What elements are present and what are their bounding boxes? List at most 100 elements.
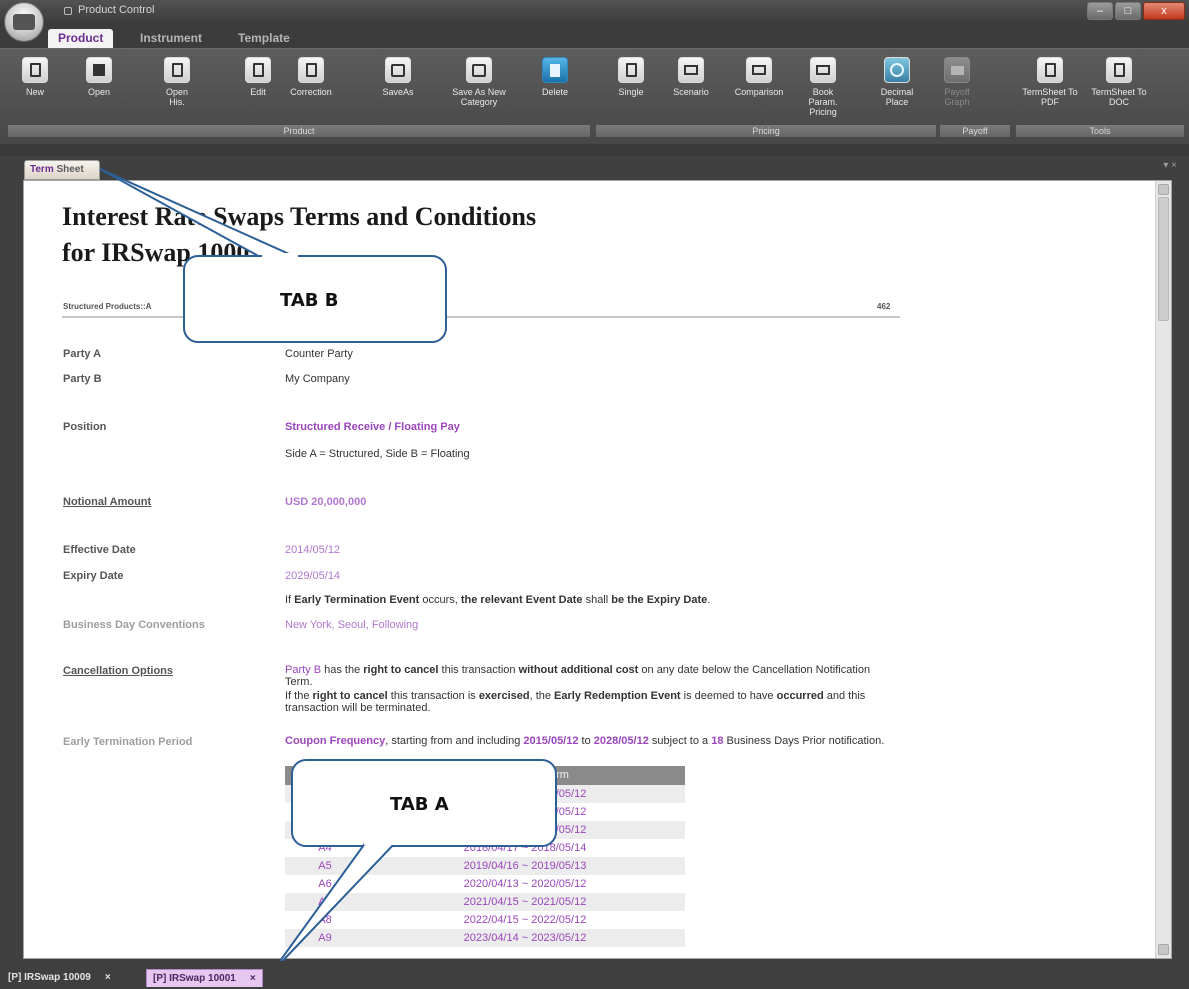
expiry-date-value: 2029/05/14 bbox=[285, 570, 341, 582]
quick-access-icon[interactable] bbox=[64, 7, 72, 15]
scroll-up-arrow[interactable] bbox=[1158, 184, 1169, 195]
table-row: A1 2015/04/14 ~ 2015/05/12 bbox=[285, 785, 685, 803]
row-id: A3 bbox=[318, 824, 332, 836]
position-label: Position bbox=[63, 421, 107, 433]
payoff-graph-icon bbox=[944, 57, 970, 83]
row-term: 2021/04/15 ~ 2021/05/12 bbox=[463, 896, 587, 908]
table-row: A3 2017/04/13 ~ 2017/05/12 bbox=[285, 821, 685, 839]
party-a-value: Counter Party bbox=[285, 348, 353, 360]
open-button[interactable]: Open bbox=[68, 57, 130, 97]
pdf-icon bbox=[1037, 57, 1063, 83]
position-note: Side A = Structured, Side B = Floating bbox=[285, 448, 470, 460]
early-termination-label: Early Termination Period bbox=[63, 736, 193, 748]
tab-instrument[interactable]: Instrument bbox=[130, 29, 212, 48]
tab-term-sheet[interactable]: Term Sheet bbox=[24, 160, 100, 180]
save-as-button[interactable]: SaveAs bbox=[367, 57, 429, 97]
single-button[interactable]: Single bbox=[600, 57, 662, 97]
open-icon bbox=[86, 57, 112, 83]
position-value: Structured Receive / Floating Pay bbox=[285, 421, 460, 433]
page-number: 462 bbox=[877, 302, 891, 311]
delete-button[interactable]: Delete bbox=[524, 57, 586, 97]
effective-date-value: 2014/05/12 bbox=[285, 544, 341, 556]
party-b-value: My Company bbox=[285, 373, 350, 385]
notional-value: USD 20,000,000 bbox=[285, 496, 367, 508]
tab-template[interactable]: Template bbox=[228, 29, 300, 48]
close-tab-icon[interactable]: × bbox=[250, 973, 256, 984]
new-button[interactable]: New bbox=[4, 57, 66, 97]
comparison-icon bbox=[746, 57, 772, 83]
row-term: 2018/04/17 ~ 2018/05/14 bbox=[463, 842, 587, 854]
tab-product[interactable]: Product bbox=[48, 29, 114, 48]
callout-tab-a-label: TAB A bbox=[390, 794, 449, 815]
book-param-icon bbox=[810, 57, 836, 83]
close-button[interactable]: x bbox=[1143, 2, 1185, 20]
window-title: Product Control bbox=[78, 4, 155, 16]
comparison-button[interactable]: Comparison bbox=[728, 57, 790, 97]
expiry-date-label: Expiry Date bbox=[63, 570, 124, 582]
book-param-pricing-button[interactable]: Book Param. Pricing bbox=[792, 57, 854, 117]
row-id: A1 bbox=[318, 788, 332, 800]
party-a-label: Party A bbox=[63, 348, 102, 360]
row-id: A9 bbox=[318, 932, 332, 944]
table-row: A4 2018/04/17 ~ 2018/05/14 bbox=[285, 839, 685, 857]
correction-icon bbox=[298, 57, 324, 83]
termsheet-doc-button[interactable]: TermSheet To DOC bbox=[1086, 57, 1152, 107]
effective-date-label: Effective Date bbox=[63, 544, 136, 556]
breadcrumb: Structured Products::A bbox=[63, 302, 152, 311]
row-id: A2 bbox=[318, 806, 332, 818]
table-row: A9 2023/04/14 ~ 2023/05/12 bbox=[285, 929, 685, 947]
ribbon: New Open Open His. Edit Correction SaveA… bbox=[0, 48, 1189, 144]
ribbon-tabs: Product Instrument Template bbox=[0, 26, 1189, 48]
cancellation-text-2: If the right to cancel this transaction … bbox=[285, 690, 866, 714]
document-title: Interest Rate Swaps Terms and Conditions… bbox=[62, 202, 537, 267]
tab-irswap-10001[interactable]: [P] IRSwap 10001 × bbox=[146, 969, 263, 987]
row-term: 2022/04/15 ~ 2022/05/12 bbox=[463, 914, 587, 926]
single-icon bbox=[618, 57, 644, 83]
scenario-button[interactable]: Scenario bbox=[660, 57, 722, 97]
tab-irswap-10009[interactable]: [P] IRSwap 10009 × bbox=[2, 969, 117, 987]
correction-button[interactable]: Correction bbox=[280, 57, 342, 97]
new-icon bbox=[22, 57, 48, 83]
row-id: A4 bbox=[318, 842, 332, 854]
early-termination-text: Coupon Frequency, starting from and incl… bbox=[285, 735, 885, 747]
row-term: 2020/04/13 ~ 2020/05/12 bbox=[463, 878, 587, 890]
table-row: A7 2021/04/15 ~ 2021/05/12 bbox=[285, 893, 685, 911]
open-history-icon bbox=[164, 57, 190, 83]
row-term: 2019/04/16 ~ 2019/05/13 bbox=[463, 860, 587, 872]
minimize-button[interactable]: – bbox=[1087, 2, 1113, 20]
title-bar: Product Control – □ x bbox=[0, 0, 1189, 26]
open-history-button[interactable]: Open His. bbox=[146, 57, 208, 107]
edit-icon bbox=[245, 57, 271, 83]
doc-icon bbox=[1106, 57, 1132, 83]
bdc-value: New York, Seoul, Following bbox=[285, 619, 419, 631]
scenario-icon bbox=[678, 57, 704, 83]
ribbon-divider bbox=[0, 144, 1189, 156]
delete-icon bbox=[542, 57, 568, 83]
group-payoff: Payoff bbox=[940, 125, 1010, 137]
payoff-graph-button[interactable]: Payoff Graph bbox=[926, 57, 988, 107]
vertical-scrollbar[interactable] bbox=[1155, 181, 1171, 958]
save-as-new-category-button[interactable]: Save As New Category bbox=[445, 57, 513, 107]
cancellation-label: Cancellation Options bbox=[63, 665, 174, 677]
table-header: Cancellation Term bbox=[285, 766, 685, 785]
maximize-button[interactable]: □ bbox=[1115, 2, 1141, 20]
save-as-category-icon bbox=[466, 57, 492, 83]
app-window: Product Control – □ x Product Instrument… bbox=[0, 0, 1189, 989]
group-tools: Tools bbox=[1016, 125, 1184, 137]
pane-controls[interactable]: ▾ × bbox=[1163, 160, 1177, 171]
save-as-icon bbox=[385, 57, 411, 83]
table-row: A6 2020/04/13 ~ 2020/05/12 bbox=[285, 875, 685, 893]
scroll-down-arrow[interactable] bbox=[1158, 944, 1169, 955]
close-tab-icon[interactable]: × bbox=[105, 972, 111, 983]
app-menu-button[interactable] bbox=[4, 2, 44, 42]
termsheet-pdf-button[interactable]: TermSheet To PDF bbox=[1018, 57, 1082, 107]
row-id: A5 bbox=[318, 860, 332, 872]
document-tabs-bar: [P] IRSwap 10009 × [P] IRSwap 10001 × bbox=[0, 961, 1189, 989]
decimal-place-button[interactable]: Decimal Place bbox=[866, 57, 928, 107]
window-controls: – □ x bbox=[1087, 2, 1185, 20]
scroll-thumb[interactable] bbox=[1158, 197, 1169, 321]
row-id: A8 bbox=[318, 914, 332, 926]
table-row: A8 2022/04/15 ~ 2022/05/12 bbox=[285, 911, 685, 929]
callout-tab-b-label: TAB B bbox=[280, 290, 339, 311]
notional-label: Notional Amount bbox=[63, 496, 152, 508]
